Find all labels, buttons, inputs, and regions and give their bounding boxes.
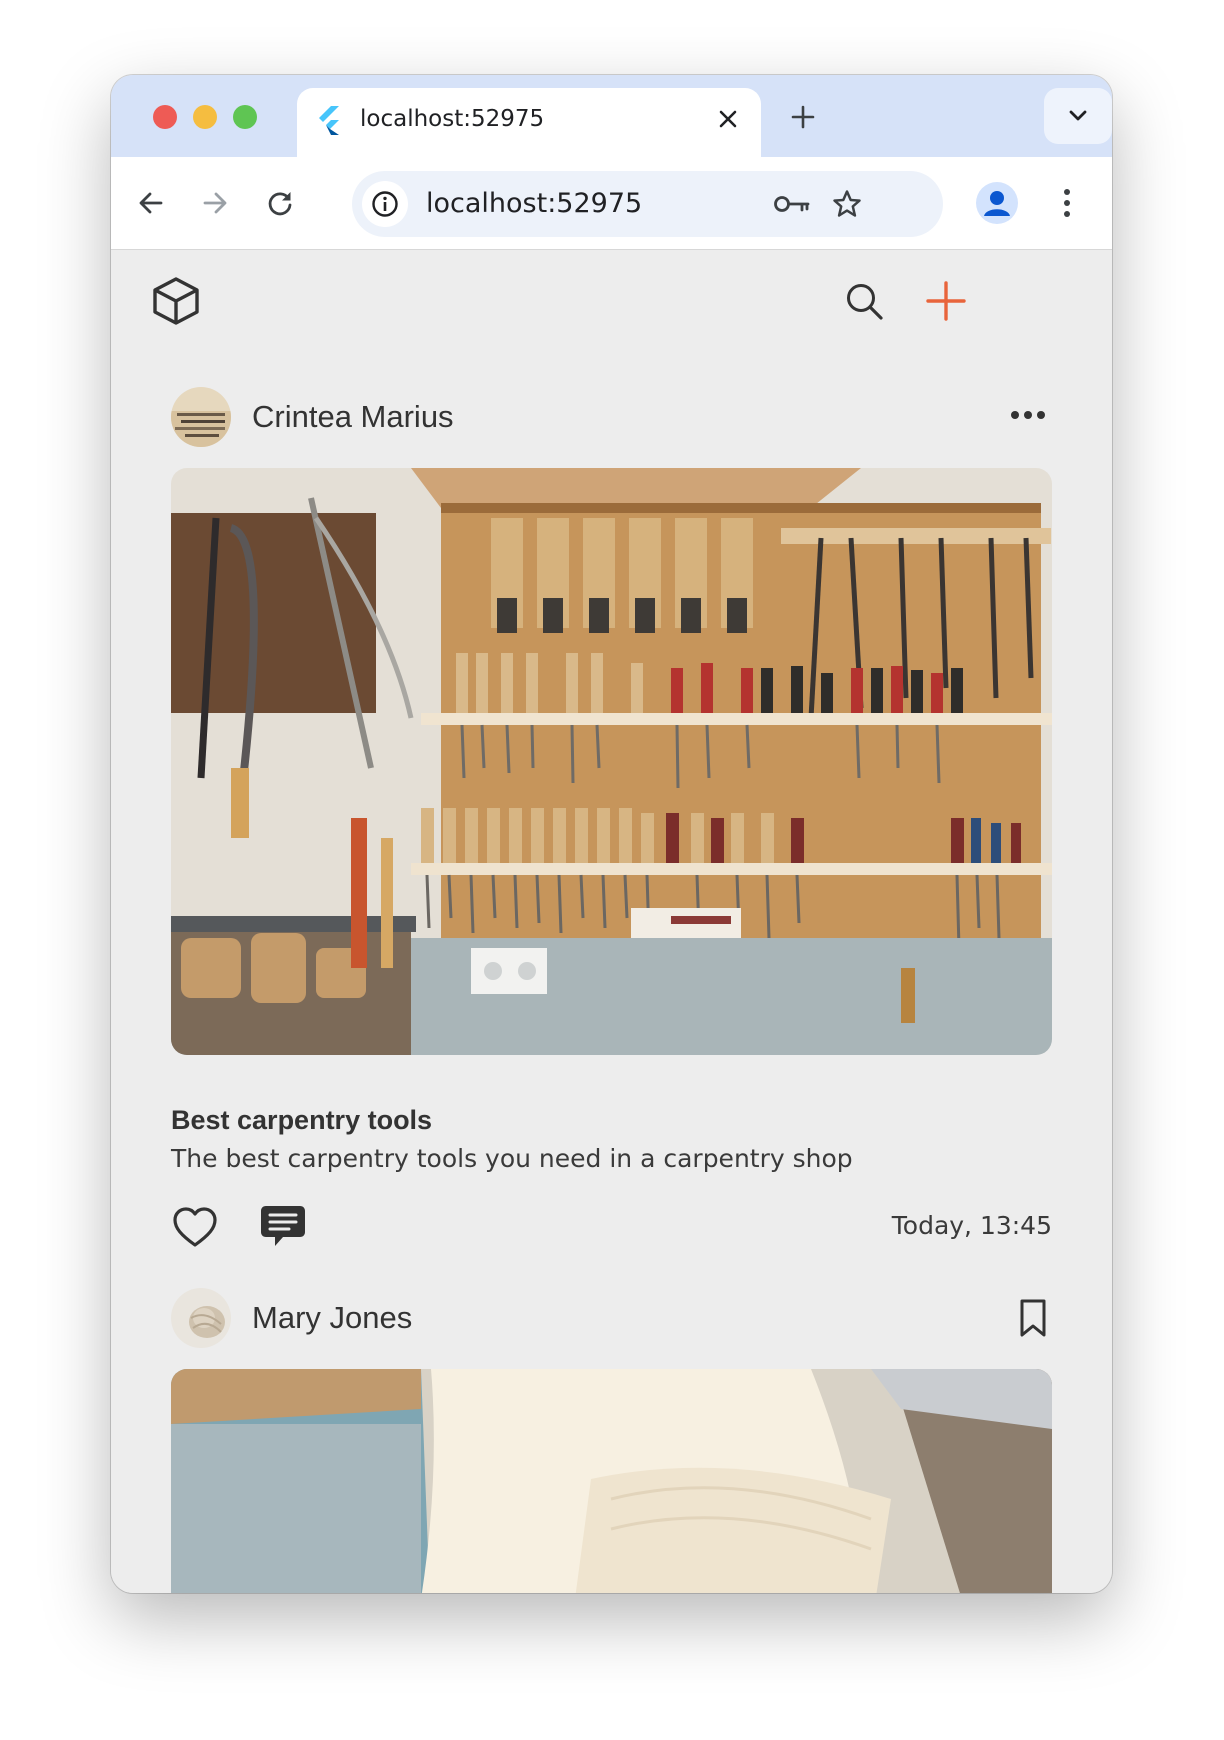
author-avatar[interactable]: [171, 1288, 231, 1348]
bookmark-star-button[interactable]: [828, 185, 866, 223]
post-card: Mary Jones: [171, 1288, 1052, 1593]
arrow-left-icon: [139, 192, 163, 214]
tab-bar: localhost:52975: [111, 75, 1112, 157]
info-icon: [372, 191, 398, 217]
zoom-window-button[interactable]: [233, 105, 257, 129]
app-content: Crintea Marius Best carpentry tools The …: [111, 250, 1112, 1593]
close-window-button[interactable]: [153, 105, 177, 129]
browser-menu-button[interactable]: [1046, 182, 1088, 224]
flutter-icon: [319, 106, 339, 135]
profile-button[interactable]: [976, 182, 1018, 224]
post-title: Best carpentry tools: [171, 1105, 433, 1135]
plus-icon: [791, 105, 815, 129]
cube-icon[interactable]: [149, 274, 203, 328]
chevron-down-icon: [1069, 110, 1087, 121]
person-icon: [984, 191, 1010, 216]
post-description: The best carpentry tools you need in a c…: [171, 1144, 853, 1173]
tab-search-button[interactable]: [1044, 88, 1112, 144]
plus-icon[interactable]: [923, 278, 969, 324]
avatar-image: [171, 1288, 231, 1348]
craft-image: [171, 1369, 1052, 1593]
back-button[interactable]: [132, 184, 170, 222]
heart-icon[interactable]: [171, 1204, 219, 1252]
bookmark-icon[interactable]: [1018, 1298, 1048, 1338]
browser-tab[interactable]: localhost:52975: [297, 88, 761, 157]
author-avatar[interactable]: [171, 387, 231, 447]
key-icon: [774, 196, 810, 212]
close-icon: [719, 110, 737, 128]
post-image[interactable]: [171, 1369, 1052, 1593]
avatar-image: [171, 387, 231, 447]
site-info-button[interactable]: [362, 181, 408, 227]
author-name[interactable]: Mary Jones: [252, 1300, 412, 1336]
search-icon[interactable]: [843, 280, 887, 324]
comment-icon[interactable]: [257, 1201, 309, 1253]
star-icon: [833, 190, 861, 217]
post-image[interactable]: [171, 468, 1052, 1055]
browser-toolbar: localhost:52975: [111, 157, 1112, 250]
address-bar[interactable]: localhost:52975: [352, 171, 943, 237]
author-name[interactable]: Crintea Marius: [252, 399, 454, 435]
more-horizontal-icon[interactable]: [1010, 409, 1046, 421]
minimize-window-button[interactable]: [193, 105, 217, 129]
browser-window: localhost:52975 localhost:52975 Crintea …: [111, 75, 1112, 1593]
reload-button[interactable]: [261, 184, 299, 222]
url-text[interactable]: localhost:52975: [426, 188, 642, 219]
tool-wall-image: [171, 468, 1052, 1055]
kebab-icon: [1064, 189, 1070, 217]
reload-icon: [268, 192, 292, 216]
new-tab-button[interactable]: [785, 99, 821, 135]
post-card: Crintea Marius Best carpentry tools The …: [171, 387, 1052, 1287]
password-manager-button[interactable]: [772, 186, 812, 222]
tab-title: localhost:52975: [360, 106, 545, 132]
close-tab-button[interactable]: [711, 102, 745, 136]
forward-button[interactable]: [196, 184, 234, 222]
arrow-right-icon: [203, 192, 227, 214]
post-timestamp: Today, 13:45: [891, 1211, 1052, 1240]
